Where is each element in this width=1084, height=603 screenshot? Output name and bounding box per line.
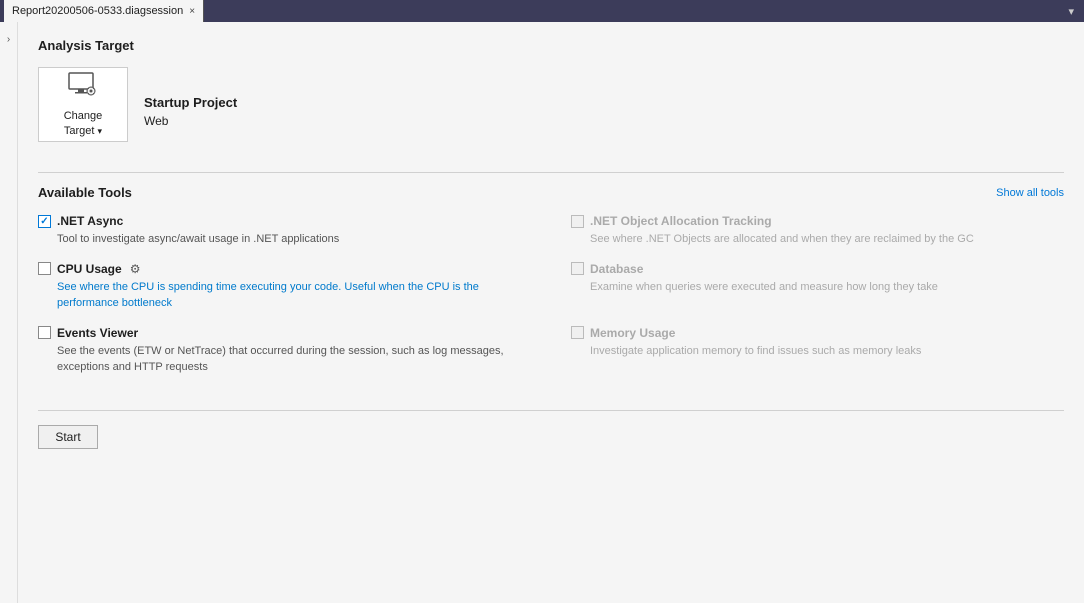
tool-desc-database: Examine when queries were executed and m…: [590, 279, 1064, 296]
show-all-tools-link[interactable]: Show all tools: [996, 187, 1064, 199]
main-layout: › Analysis Target: [0, 22, 1084, 603]
tool-item-memory-usage: Memory Usage Investigate application memo…: [571, 326, 1064, 376]
main-content: Analysis Target ChangeTarg: [18, 22, 1084, 603]
tool-item-net-object-allocation: .NET Object Allocation Tracking See where…: [571, 214, 1064, 248]
tool-name-cpu-usage: CPU Usage: [57, 262, 122, 276]
start-section: Start: [38, 410, 1064, 449]
available-tools-title: Available Tools: [38, 185, 132, 200]
change-target-label: ChangeTarget ▾: [64, 109, 103, 138]
tool-name-memory-usage: Memory Usage: [590, 326, 675, 340]
analysis-target-title: Analysis Target: [38, 38, 1064, 53]
tool-checkbox-database[interactable]: [571, 262, 584, 275]
tool-item-events-viewer: Events Viewer See the events (ETW or NetT…: [38, 326, 531, 376]
tool-checkbox-row-database: Database: [571, 262, 1064, 276]
tool-checkbox-row-net-object-allocation: .NET Object Allocation Tracking: [571, 214, 1064, 228]
divider-1: [38, 172, 1064, 173]
tools-grid: .NET Async Tool to investigate async/awai…: [38, 214, 1064, 390]
tool-item-cpu-usage: CPU Usage ⚙ See where the CPU is spending …: [38, 262, 531, 312]
tool-name-database: Database: [590, 262, 643, 276]
tool-checkbox-row-net-async: .NET Async: [38, 214, 531, 228]
tool-checkbox-row-cpu-usage: CPU Usage ⚙: [38, 262, 531, 276]
tab-bar: Report20200506-0533.diagsession ×: [4, 0, 204, 22]
tool-desc-memory-usage: Investigate application memory to find i…: [590, 343, 1064, 360]
tool-gear-icon-cpu-usage[interactable]: ⚙: [130, 262, 141, 276]
tool-checkbox-events-viewer[interactable]: [38, 326, 51, 339]
tool-desc-net-object-allocation: See where .NET Objects are allocated and…: [590, 231, 1064, 248]
tool-checkbox-cpu-usage[interactable]: [38, 262, 51, 275]
tab-label: Report20200506-0533.diagsession: [12, 5, 183, 17]
tool-checkbox-row-memory-usage: Memory Usage: [571, 326, 1064, 340]
tool-item-database: Database Examine when queries were execut…: [571, 262, 1064, 312]
title-bar-right: ▾: [1062, 5, 1080, 18]
tool-name-net-object-allocation: .NET Object Allocation Tracking: [590, 214, 772, 228]
startup-info: Startup Project Web: [144, 95, 237, 128]
change-target-icon: [67, 71, 99, 105]
tool-desc-cpu-usage: See where the CPU is spending time execu…: [57, 279, 531, 312]
change-target-arrow: ▾: [98, 126, 103, 136]
tools-header: Available Tools Show all tools: [38, 185, 1064, 200]
tool-checkbox-row-events-viewer: Events Viewer: [38, 326, 531, 340]
tool-checkbox-net-object-allocation[interactable]: [571, 215, 584, 228]
active-tab[interactable]: Report20200506-0533.diagsession ×: [4, 0, 204, 22]
target-row: ChangeTarget ▾ Startup Project Web: [38, 67, 1064, 156]
change-target-button[interactable]: ChangeTarget ▾: [38, 67, 128, 142]
sidebar-toggle-icon: ›: [7, 34, 10, 45]
title-bar-dropdown-icon[interactable]: ▾: [1062, 5, 1080, 18]
tool-desc-net-async: Tool to investigate async/await usage in…: [57, 231, 531, 248]
sidebar-toggle[interactable]: ›: [0, 22, 18, 603]
tool-checkbox-net-async[interactable]: [38, 215, 51, 228]
tool-checkbox-memory-usage[interactable]: [571, 326, 584, 339]
tool-name-net-async: .NET Async: [57, 214, 123, 228]
tool-name-events-viewer: Events Viewer: [57, 326, 138, 340]
tool-desc-events-viewer: See the events (ETW or NetTrace) that oc…: [57, 343, 531, 376]
tab-close-icon[interactable]: ×: [189, 6, 195, 17]
startup-project-value: Web: [144, 114, 237, 128]
title-bar: Report20200506-0533.diagsession × ▾: [0, 0, 1084, 22]
startup-project-label: Startup Project: [144, 95, 237, 110]
tool-item-net-async: .NET Async Tool to investigate async/awai…: [38, 214, 531, 248]
start-button[interactable]: Start: [38, 425, 98, 449]
